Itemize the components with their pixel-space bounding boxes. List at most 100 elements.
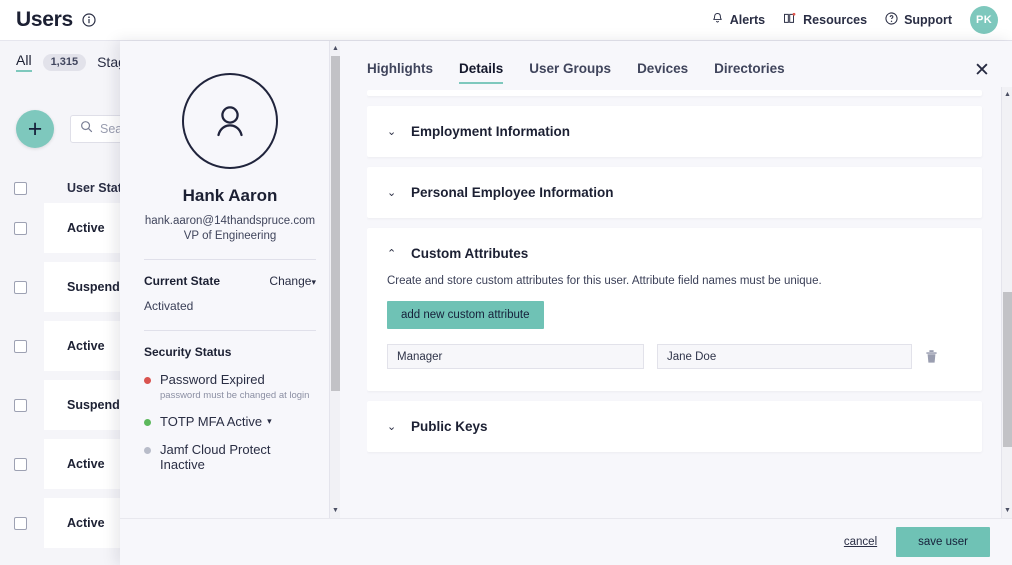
- divider: [144, 259, 316, 260]
- info-circle-icon[interactable]: [82, 13, 96, 27]
- filter-tab-all[interactable]: All: [16, 52, 32, 72]
- question-circle-icon: [885, 12, 898, 28]
- cell-user-state: Active: [67, 221, 105, 235]
- chevron-down-icon[interactable]: ▾: [267, 416, 272, 427]
- status-label: Jamf Cloud Protect Inactive: [160, 442, 271, 472]
- app-root: Users Alerts Resources Support PK All 1,…: [0, 0, 1012, 565]
- bell-icon: [711, 12, 724, 28]
- tab-directories[interactable]: Directories: [714, 61, 785, 84]
- change-label: Change: [269, 274, 312, 288]
- current-state-title: Current State: [144, 274, 221, 288]
- detail-tab-bar: Highlights Details User Groups Devices D…: [367, 41, 1012, 84]
- scroll-up-arrow[interactable]: ▲: [1002, 89, 1012, 100]
- section-title: Public Keys: [411, 419, 488, 434]
- status-totp-mfa[interactable]: TOTP MFA Active ▾: [144, 414, 316, 429]
- status-password-expired: Password Expired password must be change…: [144, 372, 316, 401]
- profile-scrollbar[interactable]: ▲ ▼: [329, 41, 340, 518]
- user-avatar[interactable]: PK: [970, 6, 998, 34]
- filter-tab-all-count: 1,315: [42, 53, 87, 71]
- current-state-value: Activated: [144, 299, 194, 313]
- cell-user-state: Active: [67, 339, 105, 353]
- section-title: Personal Employee Information: [411, 185, 614, 200]
- top-bar: Users Alerts Resources Support PK: [0, 0, 1012, 41]
- details-scrollbar[interactable]: ▲ ▼: [1001, 87, 1012, 518]
- section-title: Employment Information: [411, 124, 571, 139]
- section-card-partial: [367, 90, 982, 96]
- section-header[interactable]: ⌄ Employment Information: [367, 106, 982, 157]
- profile-email: hank.aaron@14thandspruce.com: [144, 215, 316, 227]
- details-panel: Highlights Details User Groups Devices D…: [340, 41, 1012, 518]
- add-custom-attribute-button[interactable]: add new custom attribute: [387, 301, 544, 329]
- tab-user-groups[interactable]: User Groups: [529, 61, 611, 84]
- scroll-down-arrow[interactable]: ▼: [330, 505, 340, 516]
- scroll-down-arrow[interactable]: ▼: [1002, 505, 1012, 516]
- section-header[interactable]: ⌄ Public Keys: [367, 401, 982, 452]
- cell-user-state: Active: [67, 516, 105, 530]
- cell-user-state: Active: [67, 457, 105, 471]
- row-checkbox[interactable]: [14, 516, 27, 530]
- status-sublabel: password must be changed at login: [160, 390, 310, 401]
- profile-name: Hank Aaron: [182, 186, 278, 205]
- row-checkbox[interactable]: [14, 280, 27, 294]
- current-state-header: Current State Change▾: [144, 274, 316, 288]
- tab-devices[interactable]: Devices: [637, 61, 688, 84]
- status-dot-grey: [144, 447, 151, 454]
- modal-footer: cancel save user: [120, 518, 1012, 565]
- custom-attribute-value-input[interactable]: [657, 344, 912, 369]
- row-checkbox[interactable]: [14, 398, 27, 412]
- user-detail-modal: ✕ Hank Aaron hank.aaron@14thandspruce.co…: [120, 41, 1012, 565]
- status-label: Password Expired: [160, 372, 265, 387]
- details-scrollbar-thumb[interactable]: [1003, 292, 1012, 447]
- status-label: TOTP MFA Active: [160, 414, 263, 429]
- scroll-up-arrow[interactable]: ▲: [330, 43, 340, 54]
- detail-sections: ⌄ Employment Information ⌄ Personal Empl…: [367, 90, 1012, 518]
- custom-attributes-description: Create and store custom attributes for t…: [387, 275, 822, 287]
- section-header[interactable]: ⌄ Personal Employee Information: [367, 167, 982, 218]
- tab-details[interactable]: Details: [459, 61, 504, 84]
- status-dot-green: [144, 419, 151, 426]
- chevron-down-icon: ⌄: [387, 187, 397, 199]
- top-bar-actions: Alerts Resources Support PK: [711, 6, 1012, 34]
- section-header[interactable]: ⌃ Custom Attributes: [367, 228, 982, 279]
- tab-highlights[interactable]: Highlights: [367, 61, 433, 84]
- status-dot-red: [144, 377, 151, 384]
- support-link[interactable]: Support: [885, 12, 952, 28]
- section-personal-employee-information[interactable]: ⌄ Personal Employee Information: [367, 167, 982, 218]
- save-user-button[interactable]: save user: [896, 527, 990, 557]
- status-jamf-cloud-protect: Jamf Cloud Protect Inactive: [144, 442, 316, 472]
- section-employment-information[interactable]: ⌄ Employment Information: [367, 106, 982, 157]
- chevron-up-icon: ⌃: [387, 248, 397, 260]
- change-state-button[interactable]: Change▾: [269, 274, 316, 288]
- cancel-button[interactable]: cancel: [844, 536, 877, 548]
- profile-avatar: [182, 73, 278, 169]
- profile-role: VP of Engineering: [183, 230, 277, 242]
- custom-attributes-body: Create and store custom attributes for t…: [367, 275, 982, 391]
- select-all-checkbox[interactable]: [14, 181, 27, 195]
- row-checkbox[interactable]: [14, 339, 27, 353]
- book-icon: [783, 12, 797, 28]
- security-status-title: Security Status: [144, 345, 232, 359]
- divider: [144, 330, 316, 331]
- filter-tab-bar: All 1,315 Stag: [16, 52, 126, 72]
- modal-body: Hank Aaron hank.aaron@14thandspruce.com …: [120, 41, 1012, 518]
- chevron-down-icon: ⌄: [387, 421, 397, 433]
- search-icon: [80, 120, 93, 138]
- custom-attribute-row: [387, 344, 962, 369]
- alerts-link[interactable]: Alerts: [711, 12, 765, 28]
- chevron-down-icon: ⌄: [387, 126, 397, 138]
- section-custom-attributes: ⌃ Custom Attributes Create and store cus…: [367, 228, 982, 391]
- add-user-button[interactable]: +: [16, 110, 54, 148]
- profile-scrollbar-thumb[interactable]: [331, 56, 340, 391]
- profile-panel: Hank Aaron hank.aaron@14thandspruce.com …: [120, 41, 340, 518]
- custom-attribute-key-input[interactable]: [387, 344, 644, 369]
- section-public-keys[interactable]: ⌄ Public Keys: [367, 401, 982, 452]
- alerts-label: Alerts: [729, 13, 766, 27]
- resources-link[interactable]: Resources: [783, 12, 867, 28]
- support-label: Support: [904, 13, 952, 27]
- chevron-down-icon: ▾: [311, 277, 316, 287]
- page-title: Users: [16, 8, 73, 31]
- resources-label: Resources: [803, 13, 868, 27]
- trash-icon[interactable]: [925, 349, 938, 364]
- row-checkbox[interactable]: [14, 457, 27, 471]
- row-checkbox[interactable]: [14, 221, 27, 235]
